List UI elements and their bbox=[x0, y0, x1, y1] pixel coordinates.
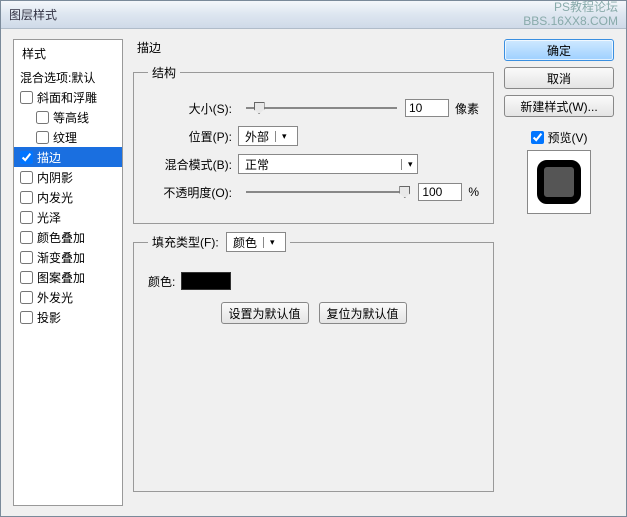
sidebar-item-label: 内阴影 bbox=[37, 169, 73, 186]
preview-inner bbox=[537, 160, 581, 204]
reset-default-button[interactable]: 复位为默认值 bbox=[319, 302, 407, 324]
size-slider[interactable] bbox=[246, 107, 397, 109]
layer-style-dialog: 图层样式 PS教程论坛 BBS.16XX8.COM 样式 混合选项:默认 斜面和… bbox=[0, 0, 627, 517]
size-input[interactable] bbox=[405, 99, 449, 117]
sidebar-checkbox-0[interactable] bbox=[20, 91, 33, 104]
sidebar-item-label: 等高线 bbox=[53, 109, 89, 126]
sidebar-item-7[interactable]: 颜色叠加 bbox=[14, 227, 122, 247]
set-default-button[interactable]: 设置为默认值 bbox=[221, 302, 309, 324]
opacity-input[interactable] bbox=[418, 183, 462, 201]
styles-sidebar: 样式 混合选项:默认 斜面和浮雕等高线纹理描边内阴影内发光光泽颜色叠加渐变叠加图… bbox=[13, 39, 123, 506]
sidebar-checkbox-1[interactable] bbox=[36, 111, 49, 124]
sidebar-checkbox-4[interactable] bbox=[20, 171, 33, 184]
main-panel: 描边 结构 大小(S): 像素 位置(P): 外部▾ 混合模式(B): bbox=[133, 39, 494, 506]
opacity-label: 不透明度(O): bbox=[148, 184, 238, 201]
sidebar-checkbox-5[interactable] bbox=[20, 191, 33, 204]
sidebar-item-6[interactable]: 光泽 bbox=[14, 207, 122, 227]
sidebar-item-label: 渐变叠加 bbox=[37, 249, 85, 266]
window-title: 图层样式 bbox=[9, 6, 57, 23]
sidebar-item-label: 图案叠加 bbox=[37, 269, 85, 286]
sidebar-item-label: 颜色叠加 bbox=[37, 229, 85, 246]
watermark: PS教程论坛 BBS.16XX8.COM bbox=[523, 1, 618, 27]
sidebar-checkbox-7[interactable] bbox=[20, 231, 33, 244]
sidebar-checkbox-3[interactable] bbox=[20, 151, 33, 164]
sidebar-item-9[interactable]: 图案叠加 bbox=[14, 267, 122, 287]
color-swatch[interactable] bbox=[181, 272, 231, 290]
sidebar-item-2[interactable]: 纹理 bbox=[14, 127, 122, 147]
size-unit: 像素 bbox=[455, 100, 479, 117]
sidebar-item-4[interactable]: 内阴影 bbox=[14, 167, 122, 187]
sidebar-checkbox-11[interactable] bbox=[20, 311, 33, 324]
sidebar-item-0[interactable]: 斜面和浮雕 bbox=[14, 87, 122, 107]
blend-mode-select[interactable]: 正常▾ bbox=[238, 154, 418, 174]
preview-checkbox[interactable]: 预览(V) bbox=[531, 129, 588, 146]
chevron-down-icon: ▾ bbox=[263, 237, 279, 248]
sidebar-item-label: 斜面和浮雕 bbox=[37, 89, 97, 106]
titlebar[interactable]: 图层样式 PS教程论坛 BBS.16XX8.COM bbox=[1, 1, 626, 29]
fill-type-select[interactable]: 颜色▾ bbox=[226, 232, 286, 252]
sidebar-checkbox-6[interactable] bbox=[20, 211, 33, 224]
opacity-unit: % bbox=[468, 185, 479, 199]
right-column: 确定 取消 新建样式(W)... 预览(V) bbox=[504, 39, 614, 506]
sidebar-item-label: 纹理 bbox=[53, 129, 77, 146]
size-label: 大小(S): bbox=[148, 100, 238, 117]
position-select[interactable]: 外部▾ bbox=[238, 126, 298, 146]
sidebar-item-5[interactable]: 内发光 bbox=[14, 187, 122, 207]
opacity-slider[interactable] bbox=[246, 191, 410, 193]
chevron-down-icon: ▾ bbox=[275, 131, 291, 142]
content: 样式 混合选项:默认 斜面和浮雕等高线纹理描边内阴影内发光光泽颜色叠加渐变叠加图… bbox=[1, 29, 626, 516]
sidebar-checkbox-9[interactable] bbox=[20, 271, 33, 284]
cancel-button[interactable]: 取消 bbox=[504, 67, 614, 89]
sidebar-item-label: 内发光 bbox=[37, 189, 73, 206]
blend-mode-label: 混合模式(B): bbox=[148, 156, 238, 173]
sidebar-checkbox-2[interactable] bbox=[36, 131, 49, 144]
sidebar-checkbox-8[interactable] bbox=[20, 251, 33, 264]
sidebar-item-8[interactable]: 渐变叠加 bbox=[14, 247, 122, 267]
sidebar-item-11[interactable]: 投影 bbox=[14, 307, 122, 327]
sidebar-item-label: 投影 bbox=[37, 309, 61, 326]
position-label: 位置(P): bbox=[148, 128, 238, 145]
fill-legend: 填充类型(F): 颜色▾ bbox=[148, 232, 290, 252]
section-title: 描边 bbox=[133, 39, 494, 56]
ok-button[interactable]: 确定 bbox=[504, 39, 614, 61]
structure-fieldset: 结构 大小(S): 像素 位置(P): 外部▾ 混合模式(B): bbox=[133, 64, 494, 224]
sidebar-item-3[interactable]: 描边 bbox=[14, 147, 122, 167]
sidebar-header[interactable]: 样式 bbox=[14, 40, 122, 67]
sidebar-item-label: 外发光 bbox=[37, 289, 73, 306]
structure-legend: 结构 bbox=[148, 64, 180, 81]
sidebar-item-10[interactable]: 外发光 bbox=[14, 287, 122, 307]
sidebar-item-label: 描边 bbox=[37, 149, 61, 166]
sidebar-checkbox-10[interactable] bbox=[20, 291, 33, 304]
sidebar-blend-options[interactable]: 混合选项:默认 bbox=[14, 67, 122, 87]
new-style-button[interactable]: 新建样式(W)... bbox=[504, 95, 614, 117]
preview-thumbnail bbox=[527, 150, 591, 214]
sidebar-item-label: 光泽 bbox=[37, 209, 61, 226]
sidebar-item-1[interactable]: 等高线 bbox=[14, 107, 122, 127]
fill-fieldset: 填充类型(F): 颜色▾ 颜色: 设置为默认值 复位为默认值 bbox=[133, 232, 494, 492]
color-label: 颜色: bbox=[148, 273, 175, 290]
chevron-down-icon: ▾ bbox=[401, 159, 417, 170]
